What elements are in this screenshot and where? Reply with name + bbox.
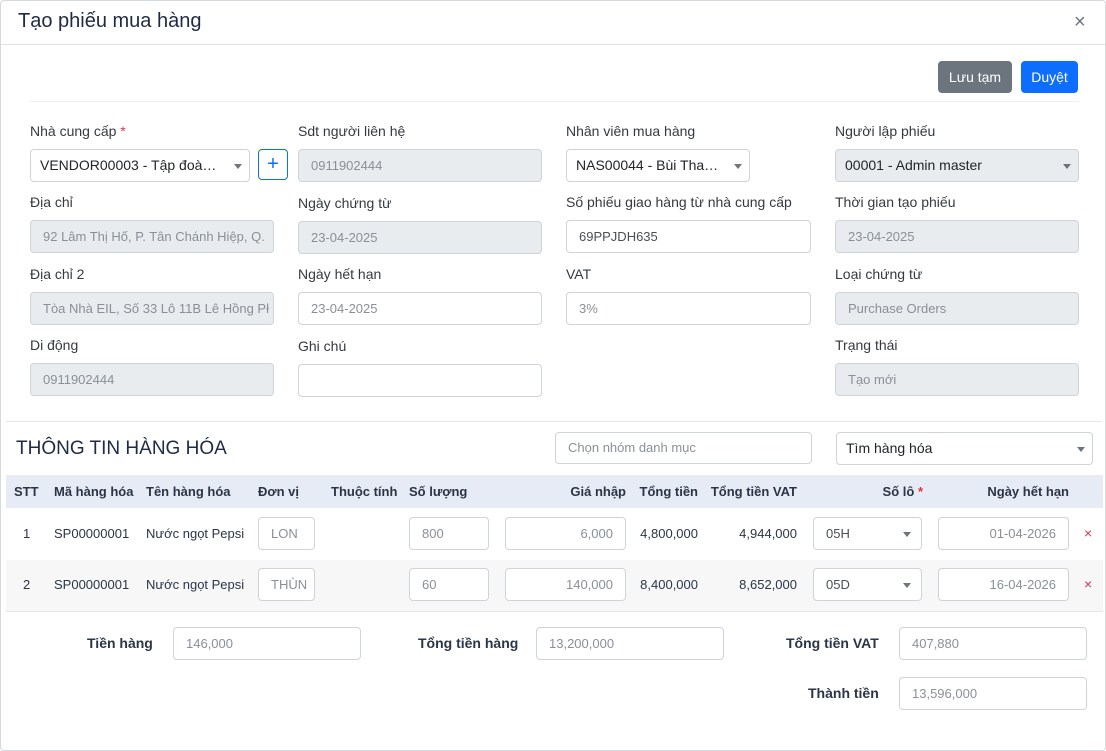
lot-select[interactable]: 05H: [813, 517, 922, 550]
col-code: Mã hàng hóa: [54, 484, 134, 499]
total-goods-label: Tổng tiền hàng: [418, 635, 519, 651]
required-mark: *: [120, 123, 126, 139]
chevron-down-icon: [1063, 164, 1071, 169]
doc-type-field: Purchase Orders: [835, 292, 1079, 325]
unit-input[interactable]: LON: [258, 517, 315, 550]
total-vat-label: Tổng tiền VAT: [786, 635, 879, 651]
unit-input[interactable]: THÙN: [258, 568, 315, 601]
row-code: SP00000001: [54, 526, 130, 541]
goods-money-label: Tiền hàng: [87, 635, 153, 651]
col-unit: Đơn vị: [258, 484, 300, 499]
purchaser-select[interactable]: NAS00044 - Bùi Thanh ...: [566, 149, 750, 182]
supplier-label: Nhà cung cấp *: [30, 123, 126, 139]
quantity-input[interactable]: 60: [409, 568, 489, 601]
vat-input[interactable]: 3%: [566, 292, 811, 325]
status-label: Trạng thái: [835, 337, 898, 353]
row-name: Nước ngọt Pepsi: [146, 526, 245, 541]
delete-row-icon[interactable]: ×: [1084, 524, 1092, 542]
goods-table-header: STT Mã hàng hóa Tên hàng hóa Đơn vị Thuộ…: [6, 475, 1103, 508]
col-attr: Thuộc tính: [331, 484, 398, 499]
row-total: 8,400,000: [640, 577, 698, 592]
delete-row-icon[interactable]: ×: [1084, 575, 1092, 593]
chevron-down-icon: [734, 164, 742, 169]
note-label: Ghi chú: [298, 338, 347, 354]
creator-label: Người lập phiếu: [835, 123, 936, 139]
price-input[interactable]: 6,000: [505, 517, 626, 550]
address-label: Địa chỉ: [30, 194, 73, 210]
col-name: Tên hàng hóa: [146, 484, 231, 499]
close-icon[interactable]: ×: [1074, 12, 1086, 32]
chevron-down-icon: [903, 583, 911, 588]
expiry-date-label: Ngày hết hạn: [298, 266, 382, 282]
lot-select[interactable]: 05D: [813, 568, 922, 601]
mobile-label: Di động: [30, 337, 79, 353]
row-stt: 1: [23, 526, 31, 541]
expiry-date-input[interactable]: 16-04-2026: [938, 568, 1069, 601]
save-draft-button[interactable]: Lưu tạm: [938, 61, 1012, 93]
contact-phone-label: Sdt người liên hệ: [298, 123, 406, 139]
price-input[interactable]: 140,000: [505, 568, 626, 601]
grand-total-label: Thành tiền: [808, 685, 879, 701]
divider: [29, 101, 1079, 102]
col-lot: Số lô *: [882, 484, 923, 499]
col-total-vat: Tổng tiền VAT: [710, 484, 797, 499]
delivery-no-input[interactable]: 69PPJDH635: [566, 220, 811, 253]
chevron-down-icon: [903, 532, 911, 537]
category-group-input[interactable]: Chọn nhóm danh mục: [555, 432, 812, 464]
chevron-down-icon: [234, 164, 242, 169]
total-vat-field: 407,880: [899, 627, 1087, 660]
created-time-field: 23-04-2025: [835, 220, 1079, 253]
table-row: 2 SP00000001 Nước ngọt Pepsi THÙN 60 140…: [6, 560, 1103, 612]
col-total: Tổng tiền: [639, 484, 699, 499]
note-input[interactable]: [298, 364, 542, 397]
row-code: SP00000001: [54, 577, 130, 592]
modal-title: Tạo phiếu mua hàng: [18, 10, 202, 32]
vat-label: VAT: [566, 266, 592, 282]
table-row: 1 SP00000001 Nước ngọt Pepsi LON 800 6,0…: [6, 509, 1103, 561]
row-name: Nước ngọt Pepsi: [146, 577, 245, 592]
goods-section-title: THÔNG TIN HÀNG HÓA: [16, 438, 227, 459]
doc-date-label: Ngày chứng từ: [298, 195, 392, 211]
expiry-date-input[interactable]: 01-04-2026: [938, 517, 1069, 550]
row-stt: 2: [23, 577, 31, 592]
status-field: Tạo mới: [835, 363, 1079, 396]
goods-search-select[interactable]: Tìm hàng hóa: [836, 432, 1093, 465]
creator-select: 00001 - Admin master: [835, 149, 1079, 182]
address2-field: Tòa Nhà EIL, Số 33 Lô 11B Lê Hồng Pł: [30, 292, 274, 325]
purchaser-label: Nhân viên mua hàng: [566, 123, 696, 139]
row-total-vat: 4,944,000: [739, 526, 797, 541]
doc-date-field: 23-04-2025: [298, 221, 542, 254]
col-expiry: Ngày hết hạn: [987, 484, 1069, 499]
divider: [6, 421, 1102, 422]
grand-total-field: 13,596,000: [899, 677, 1087, 710]
create-purchase-order-modal: Tạo phiếu mua hàng × Lưu tạm Duyệt Nhà c…: [0, 0, 1106, 751]
approve-button[interactable]: Duyệt: [1021, 61, 1078, 93]
quantity-input[interactable]: 800: [409, 517, 489, 550]
total-goods-field: 13,200,000: [536, 627, 724, 660]
supplier-select[interactable]: VENDOR00003 - Tập đoàn EI...: [30, 149, 250, 182]
modal-header: Tạo phiếu mua hàng ×: [1, 1, 1105, 45]
address-field: 92 Lâm Thị Hố, P. Tân Chánh Hiệp, Q.: [30, 220, 274, 253]
goods-money-field: 146,000: [173, 627, 361, 660]
expiry-date-input[interactable]: 23-04-2025: [298, 292, 542, 325]
col-stt: STT: [14, 484, 39, 499]
mobile-field: 0911902444: [30, 363, 274, 396]
created-time-label: Thời gian tạo phiếu: [835, 194, 956, 210]
add-supplier-button[interactable]: +: [258, 149, 288, 180]
row-total-vat: 8,652,000: [739, 577, 797, 592]
col-qty: Số lượng: [409, 484, 468, 499]
delivery-no-label: Số phiếu giao hàng từ nhà cung cấp: [566, 194, 792, 210]
col-price: Giá nhập: [570, 484, 626, 499]
address2-label: Địa chỉ 2: [30, 266, 85, 282]
row-total: 4,800,000: [640, 526, 698, 541]
doc-type-label: Loại chứng từ: [835, 266, 923, 282]
chevron-down-icon: [1077, 447, 1085, 452]
contact-phone-field: 0911902444: [298, 149, 542, 182]
